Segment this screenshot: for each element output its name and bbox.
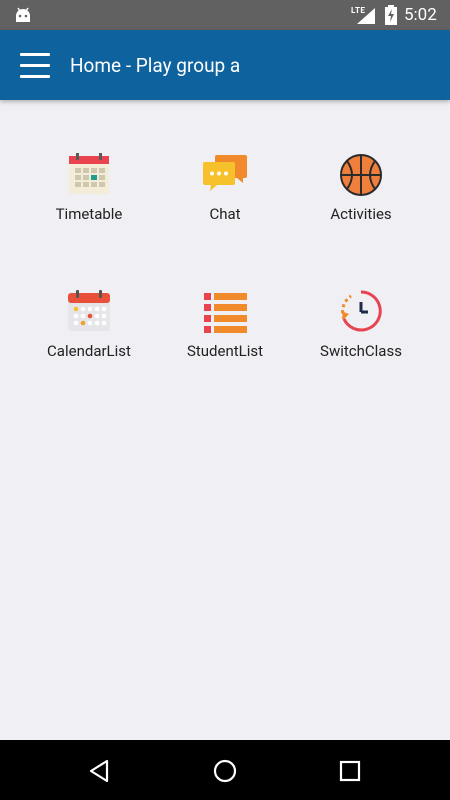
- tile-label: SwitchClass: [320, 342, 402, 360]
- tile-label: Timetable: [55, 205, 123, 223]
- tile-label: Activities: [330, 205, 392, 223]
- signal-icon: [357, 8, 375, 24]
- page-title: Home - Play group a: [70, 54, 241, 77]
- timetable-calendar-icon: [69, 153, 109, 194]
- hamburger-menu-icon[interactable]: [12, 44, 58, 86]
- home-circle-icon[interactable]: [210, 756, 240, 786]
- recents-square-icon[interactable]: [335, 756, 365, 786]
- tile-activities[interactable]: Activities: [286, 152, 436, 272]
- system-nav-bar: [0, 740, 450, 800]
- tile-label: CalendarList: [47, 342, 131, 360]
- battery-charging-icon: [385, 5, 397, 25]
- chat-bubbles-icon: [203, 155, 247, 191]
- clock: 5:02: [404, 5, 437, 25]
- basketball-icon: [340, 154, 382, 196]
- calendar-list-icon: [68, 290, 110, 331]
- clock-switch-icon: [341, 290, 382, 332]
- status-bar: LTE 5:02: [0, 0, 450, 30]
- tile-switchclass[interactable]: SwitchClass: [286, 289, 436, 409]
- app-bar: Home - Play group a: [0, 30, 450, 100]
- tile-label: Chat: [209, 205, 241, 223]
- tile-chat[interactable]: Chat: [150, 152, 300, 272]
- tile-calendarlist[interactable]: CalendarList: [14, 289, 164, 409]
- back-triangle-icon[interactable]: [85, 756, 115, 786]
- tile-timetable[interactable]: Timetable: [14, 152, 164, 272]
- tile-label: StudentList: [186, 342, 264, 360]
- tile-studentlist[interactable]: StudentList: [150, 289, 300, 409]
- android-icon: [16, 7, 30, 22]
- list-icon: [204, 293, 247, 333]
